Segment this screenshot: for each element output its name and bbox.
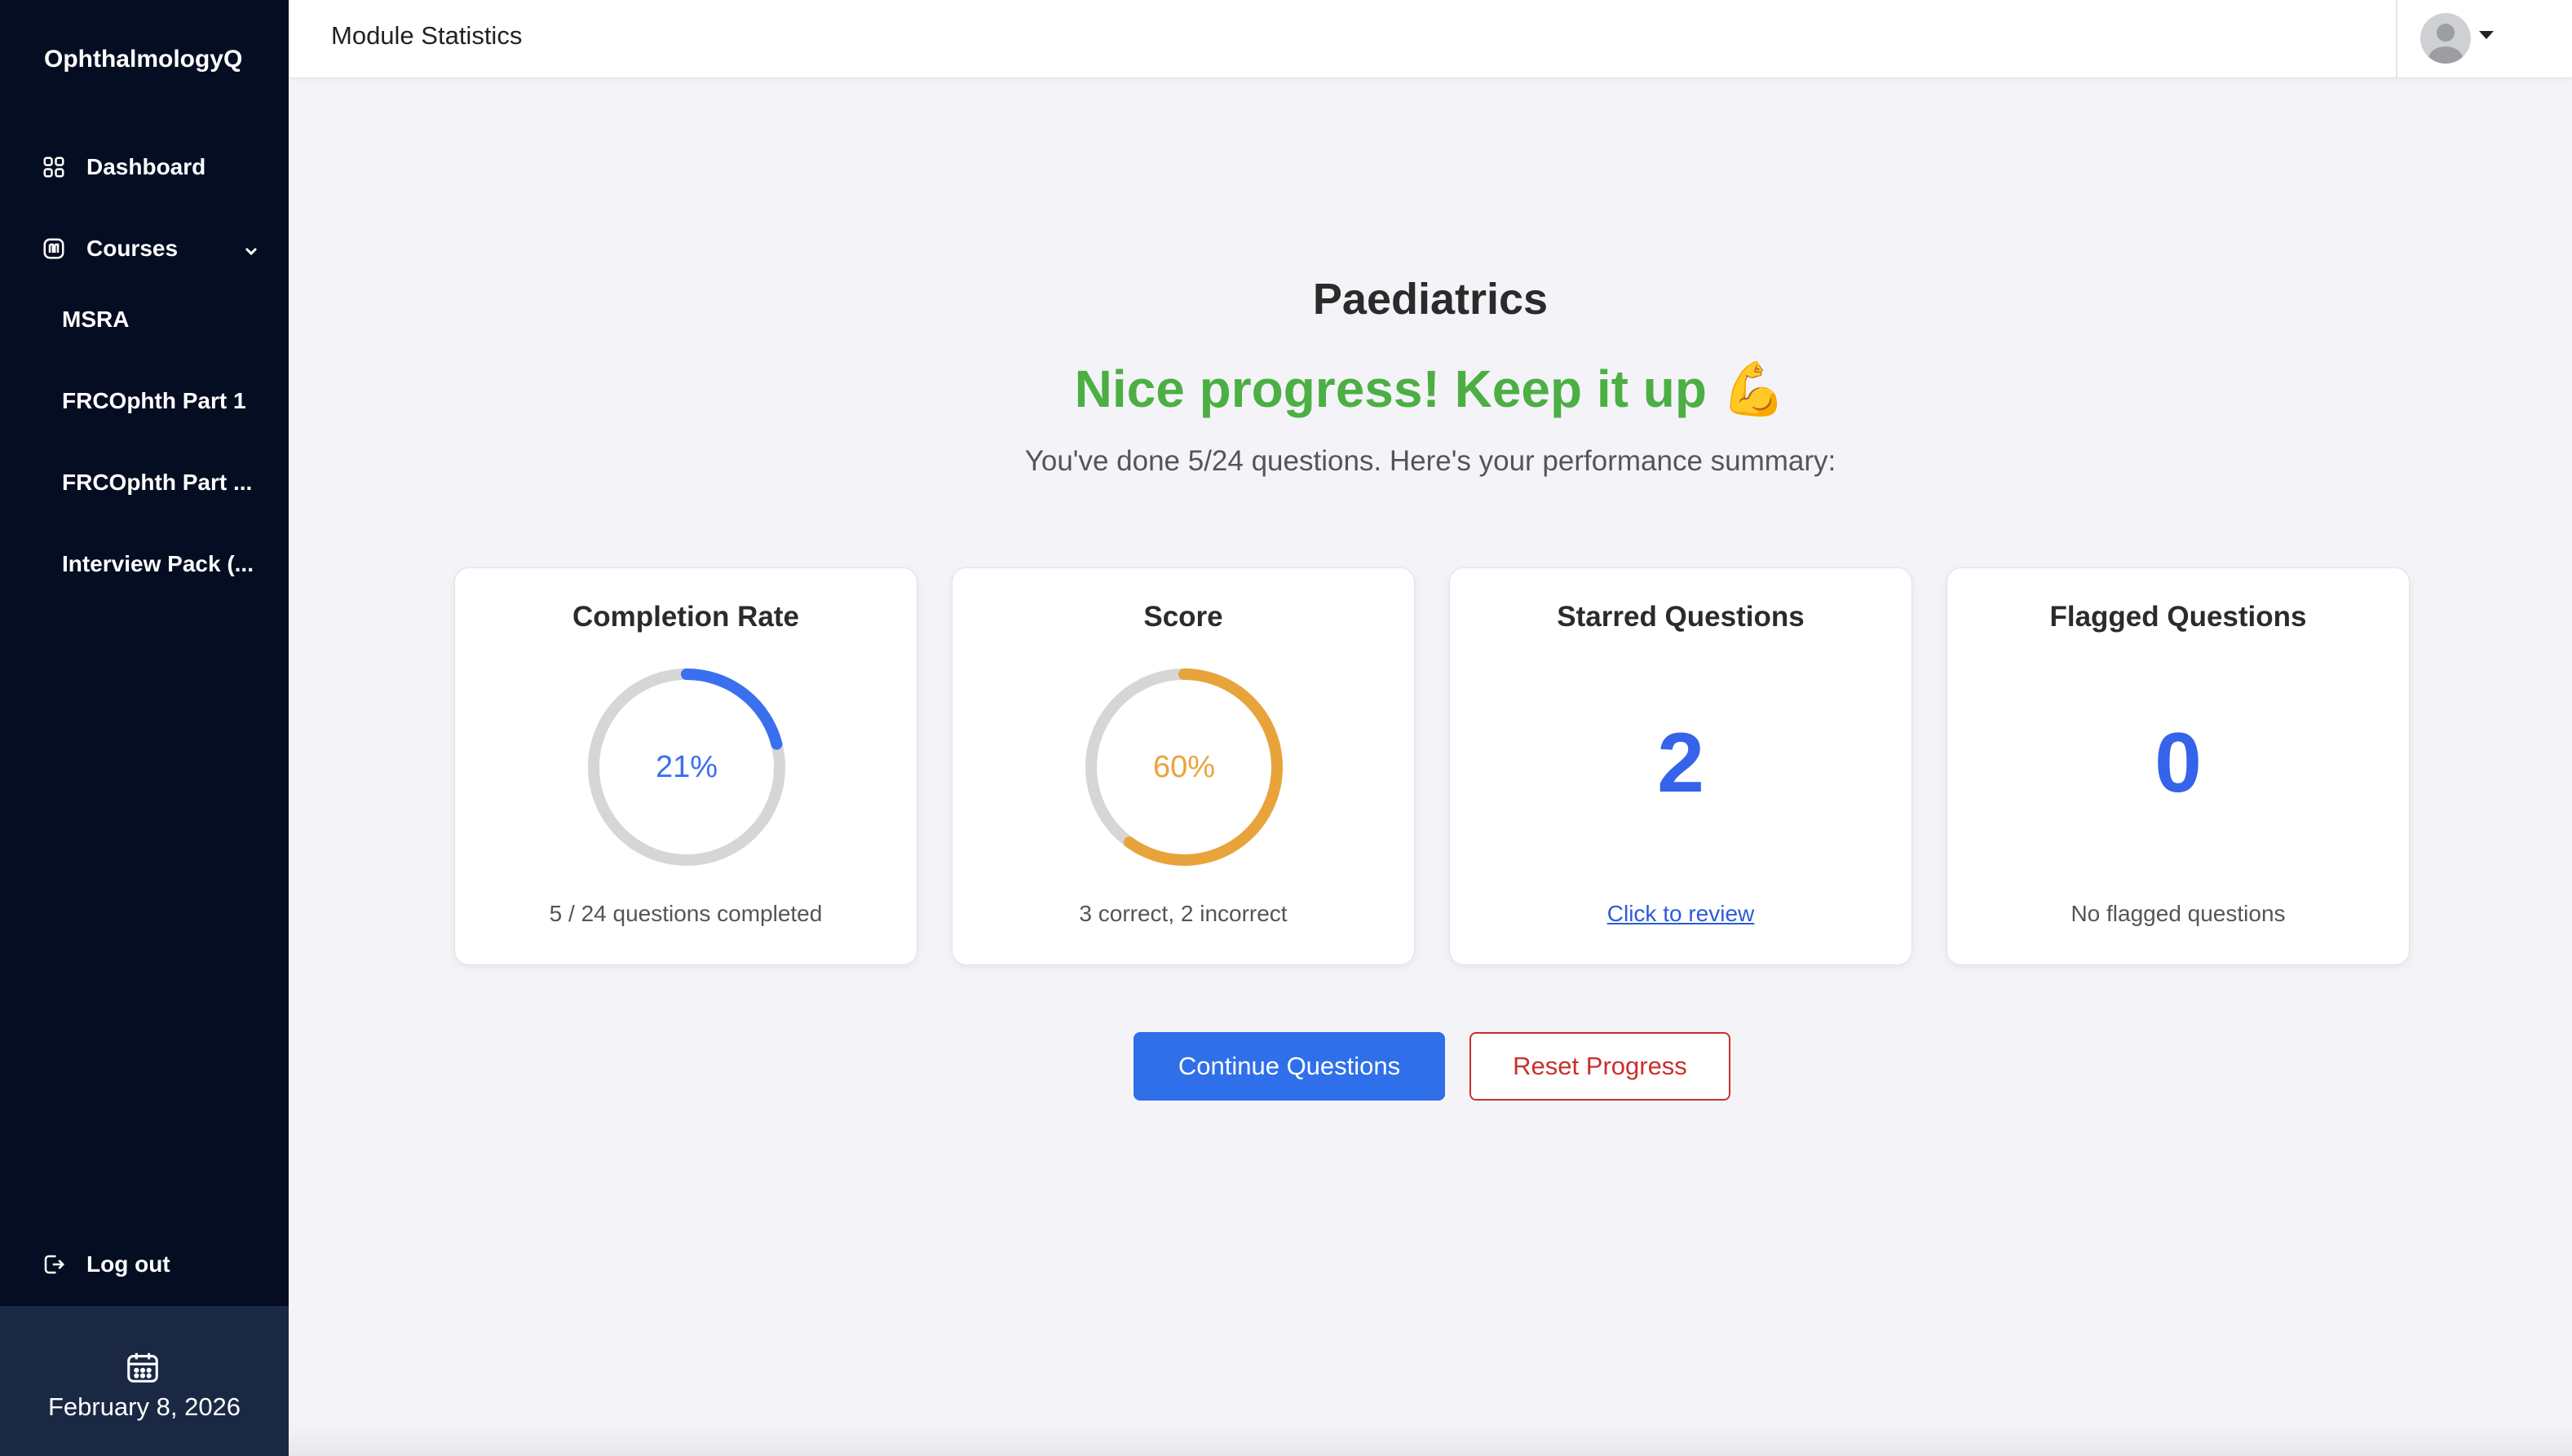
user-avatar-icon[interactable] [2420,13,2471,64]
date-panel: February 8, 2026 [0,1306,289,1456]
performance-summary: You've done 5/24 questions. Here's your … [1024,445,1836,477]
brand-logo-text[interactable]: OphthalmologyQ [44,46,242,73]
top-bar: Module Statistics [289,0,2572,78]
reset-progress-button[interactable]: Reset Progress [1469,1032,1730,1101]
header-divider [2396,0,2397,78]
calendar-icon [127,1352,158,1383]
starred-count: 2 [1657,716,1704,810]
module-title: Paediatrics [1312,275,1549,324]
card-title: Score [1143,601,1223,633]
courses-icon [41,236,67,262]
sidebar-item-courses[interactable]: Courses [41,228,178,269]
score-card: Score 60% 3 correct, 2 incorrect [952,567,1415,965]
sidebar-course-frcophth-part-1[interactable]: FRCOphth Part 1 [62,388,246,414]
chevron-down-icon[interactable] [241,241,261,261]
sidebar-item-label: Courses [86,236,179,261]
completion-rate-card: Completion Rate 21% 5 / 24 questions com… [454,567,917,965]
sidebar-item-label: Dashboard [86,154,206,179]
completion-percent: 21% [655,749,718,784]
score-percent: 60% [1152,749,1216,784]
starred-questions-card: Starred Questions 2 Click to review [1449,567,1912,965]
sidebar: OphthalmologyQ Dashboard Courses MSRA FR… [0,0,289,1456]
flagged-footer: No flagged questions [2070,901,2286,926]
flagged-count: 0 [2154,716,2202,810]
dashboard-grid-icon [41,154,67,180]
logout-label: Log out [86,1251,170,1277]
continue-questions-button[interactable]: Continue Questions [1134,1032,1445,1101]
logout-button[interactable]: Log out [41,1244,170,1285]
page-title: Module Statistics [331,21,523,50]
sidebar-course-msra[interactable]: MSRA [62,307,129,333]
completion-footer: 5 / 24 questions completed [549,901,823,926]
bottom-edge [289,1423,2572,1456]
score-footer: 3 correct, 2 incorrect [1079,901,1288,926]
progress-message: Nice progress! Keep it up 💪 [1074,360,1787,418]
sidebar-course-interview-pack[interactable]: Interview Pack (... [62,551,254,577]
card-title: Starred Questions [1557,601,1805,633]
card-title: Flagged Questions [2049,601,2307,633]
review-starred-link[interactable]: Click to review [1607,901,1754,926]
sidebar-item-dashboard[interactable]: Dashboard [41,147,205,188]
account-dropdown-caret-icon[interactable] [2479,31,2494,39]
current-date: February 8, 2026 [47,1392,241,1421]
logout-icon [41,1251,67,1277]
card-title: Completion Rate [572,601,800,633]
review-starred-wrapper: Click to review [1450,901,1911,927]
flagged-questions-card: Flagged Questions 0 No flagged questions [1947,567,2410,965]
sidebar-course-frcophth-part-2[interactable]: FRCOphth Part ... [62,470,252,496]
